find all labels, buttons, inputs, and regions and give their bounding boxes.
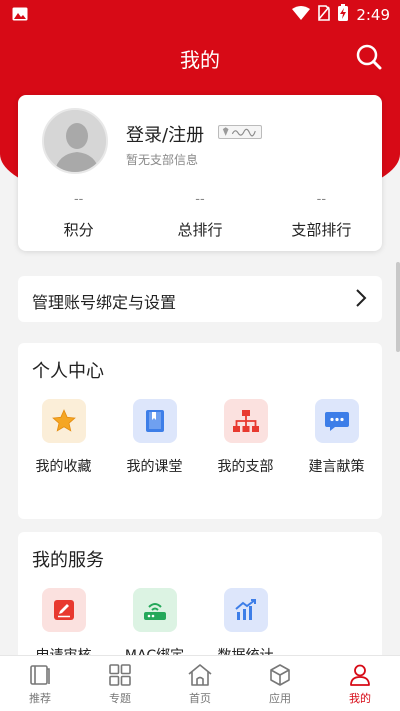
status-time: 2:49 xyxy=(356,5,390,24)
person-icon xyxy=(320,662,400,688)
account-settings-row[interactable]: 管理账号绑定与设置 xyxy=(18,276,382,322)
item-label: 我的支部 xyxy=(217,459,274,475)
stat-branch-rank[interactable]: -- 支部排行 xyxy=(261,191,382,240)
section-title: 我的服务 xyxy=(32,550,104,571)
stat-value: -- xyxy=(316,192,327,207)
stat-overall-rank[interactable]: -- 总排行 xyxy=(139,191,260,240)
scrollbar[interactable] xyxy=(396,262,400,352)
edit-icon xyxy=(41,588,86,632)
stat-value: -- xyxy=(73,192,84,207)
book-open-icon xyxy=(0,662,80,688)
settings-label: 管理账号绑定与设置 xyxy=(32,293,177,312)
branch-info: 暂无支部信息 xyxy=(126,153,199,167)
battery-charging-icon xyxy=(338,4,349,25)
stat-label: 总排行 xyxy=(177,221,223,239)
book-icon xyxy=(132,399,177,443)
my-classroom-item[interactable]: 我的课堂 xyxy=(109,399,200,476)
stat-label: 支部排行 xyxy=(291,221,352,239)
stat-value: -- xyxy=(195,192,205,207)
home-icon xyxy=(160,662,240,688)
tab-label: 推荐 xyxy=(29,692,51,705)
my-branch-item[interactable]: 我的支部 xyxy=(200,399,291,476)
level-badge-icon xyxy=(218,125,262,139)
profile-card: 登录/注册 暂无支部信息 -- 积分 -- 总排行 -- 支部排行 xyxy=(18,95,382,251)
grid-icon xyxy=(80,662,160,688)
search-icon xyxy=(356,44,382,70)
tab-apps[interactable]: 应用 xyxy=(240,656,320,711)
chevron-right-icon xyxy=(354,288,368,312)
tab-label: 我的 xyxy=(349,692,371,705)
item-label: 我的课堂 xyxy=(126,459,183,475)
login-register-link[interactable]: 登录/注册 xyxy=(126,121,204,147)
tab-mine[interactable]: 我的 xyxy=(320,656,400,711)
item-label: 我的收藏 xyxy=(35,459,92,475)
section-title: 个人中心 xyxy=(32,361,104,382)
stats-row: -- 积分 -- 总排行 -- 支部排行 xyxy=(18,191,382,240)
star-icon xyxy=(41,399,86,443)
tab-label: 应用 xyxy=(269,692,291,705)
personal-center-grid: 我的收藏 我的课堂 我的支部 建言献策 xyxy=(18,399,382,476)
chat-bubble-icon xyxy=(314,399,359,443)
search-button[interactable] xyxy=(354,42,384,72)
stat-label: 积分 xyxy=(63,221,94,239)
org-chart-icon xyxy=(223,399,268,443)
mac-binding-item[interactable]: MAC绑定 xyxy=(109,588,200,665)
tab-recommend[interactable]: 推荐 xyxy=(0,656,80,711)
no-sim-icon xyxy=(318,4,331,25)
personal-center-section: 个人中心 我的收藏 我的课堂 我的支部 建言献策 xyxy=(18,343,382,519)
status-bar: 2:49 xyxy=(0,0,400,28)
router-icon xyxy=(132,588,177,632)
page-title: 我的 xyxy=(180,48,220,72)
tab-home[interactable]: 首页 xyxy=(160,656,240,711)
my-favorites-item[interactable]: 我的收藏 xyxy=(18,399,109,476)
tab-label: 专题 xyxy=(109,692,131,705)
data-statistics-item[interactable]: 数据统计 xyxy=(200,588,291,665)
avatar[interactable] xyxy=(42,108,108,174)
bottom-tab-bar: 推荐 专题 首页 应用 我的 xyxy=(0,655,400,711)
application-review-item[interactable]: 申请审核 xyxy=(18,588,109,665)
suggestions-item[interactable]: 建言献策 xyxy=(291,399,382,476)
tab-topics[interactable]: 专题 xyxy=(80,656,160,711)
tab-label: 首页 xyxy=(189,692,211,705)
wifi-icon xyxy=(292,5,311,24)
cube-icon xyxy=(240,662,320,688)
item-label: 建言献策 xyxy=(308,459,365,475)
gallery-notification-icon xyxy=(12,6,28,25)
stat-points[interactable]: -- 积分 xyxy=(18,191,139,240)
chart-up-icon xyxy=(223,588,268,632)
my-services-section: 我的服务 申请审核 MAC绑定 数据统计 xyxy=(18,532,382,672)
my-services-grid: 申请审核 MAC绑定 数据统计 xyxy=(18,588,382,665)
default-avatar-icon xyxy=(44,110,106,172)
